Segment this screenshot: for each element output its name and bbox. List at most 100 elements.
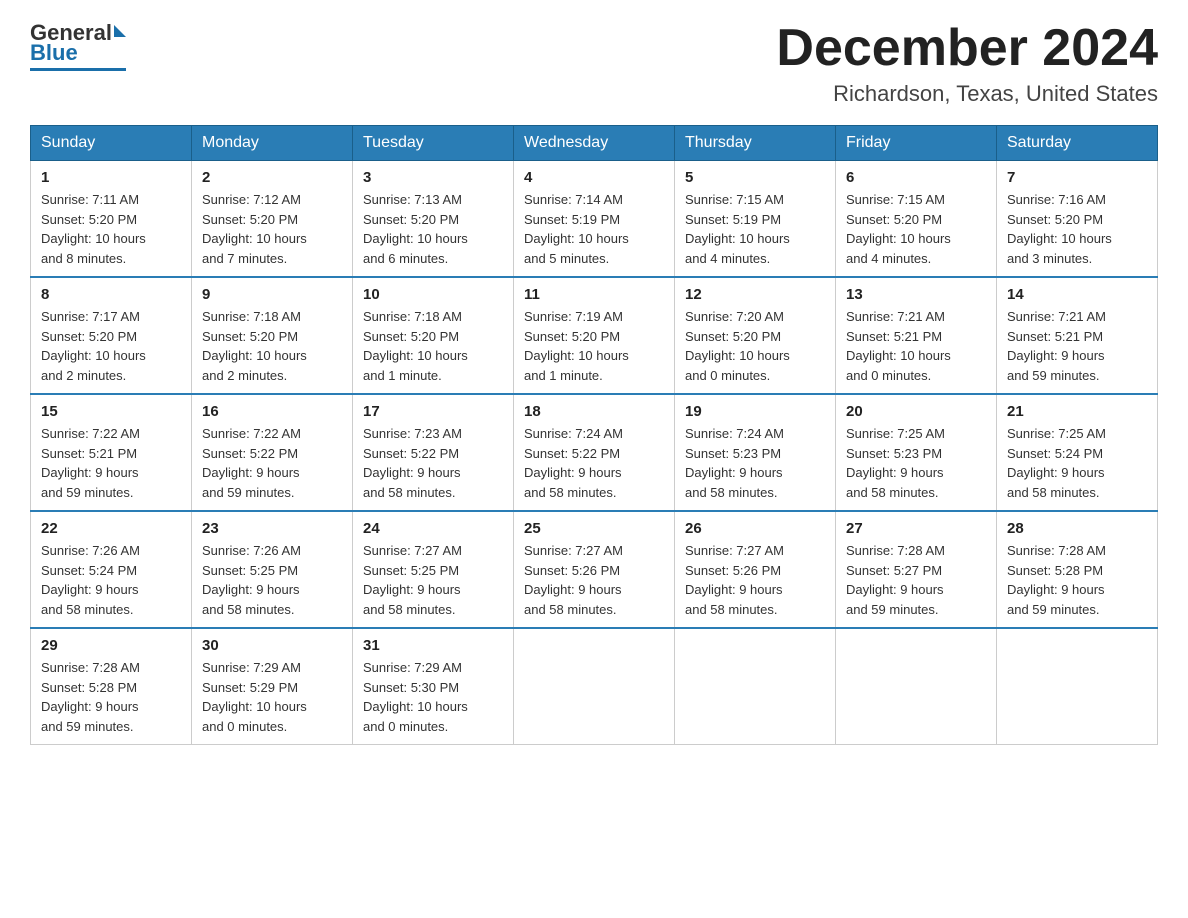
logo: General Blue bbox=[30, 20, 126, 71]
day-number: 12 bbox=[685, 286, 825, 303]
table-row: 6 Sunrise: 7:15 AM Sunset: 5:20 PM Dayli… bbox=[836, 161, 997, 278]
day-number: 17 bbox=[363, 403, 503, 420]
table-row: 7 Sunrise: 7:16 AM Sunset: 5:20 PM Dayli… bbox=[997, 161, 1158, 278]
header-saturday: Saturday bbox=[997, 126, 1158, 161]
day-number: 13 bbox=[846, 286, 986, 303]
day-info: Sunrise: 7:27 AM Sunset: 5:25 PM Dayligh… bbox=[363, 541, 503, 619]
day-info: Sunrise: 7:22 AM Sunset: 5:22 PM Dayligh… bbox=[202, 424, 342, 502]
day-info: Sunrise: 7:27 AM Sunset: 5:26 PM Dayligh… bbox=[524, 541, 664, 619]
table-row: 25 Sunrise: 7:27 AM Sunset: 5:26 PM Dayl… bbox=[514, 511, 675, 628]
table-row: 5 Sunrise: 7:15 AM Sunset: 5:19 PM Dayli… bbox=[675, 161, 836, 278]
table-row: 27 Sunrise: 7:28 AM Sunset: 5:27 PM Dayl… bbox=[836, 511, 997, 628]
day-number: 19 bbox=[685, 403, 825, 420]
logo-blue-text: Blue bbox=[30, 40, 78, 66]
day-number: 30 bbox=[202, 637, 342, 654]
day-number: 8 bbox=[41, 286, 181, 303]
header-monday: Monday bbox=[192, 126, 353, 161]
table-row bbox=[836, 628, 997, 745]
day-number: 21 bbox=[1007, 403, 1147, 420]
table-row: 20 Sunrise: 7:25 AM Sunset: 5:23 PM Dayl… bbox=[836, 394, 997, 511]
day-info: Sunrise: 7:29 AM Sunset: 5:30 PM Dayligh… bbox=[363, 658, 503, 736]
table-row: 23 Sunrise: 7:26 AM Sunset: 5:25 PM Dayl… bbox=[192, 511, 353, 628]
table-row: 19 Sunrise: 7:24 AM Sunset: 5:23 PM Dayl… bbox=[675, 394, 836, 511]
day-number: 2 bbox=[202, 169, 342, 186]
day-info: Sunrise: 7:15 AM Sunset: 5:20 PM Dayligh… bbox=[846, 190, 986, 268]
day-number: 6 bbox=[846, 169, 986, 186]
day-number: 7 bbox=[1007, 169, 1147, 186]
day-number: 16 bbox=[202, 403, 342, 420]
table-row: 31 Sunrise: 7:29 AM Sunset: 5:30 PM Dayl… bbox=[353, 628, 514, 745]
calendar-week-row: 15 Sunrise: 7:22 AM Sunset: 5:21 PM Dayl… bbox=[31, 394, 1158, 511]
table-row: 4 Sunrise: 7:14 AM Sunset: 5:19 PM Dayli… bbox=[514, 161, 675, 278]
table-row: 22 Sunrise: 7:26 AM Sunset: 5:24 PM Dayl… bbox=[31, 511, 192, 628]
day-number: 18 bbox=[524, 403, 664, 420]
table-row: 24 Sunrise: 7:27 AM Sunset: 5:25 PM Dayl… bbox=[353, 511, 514, 628]
table-row: 29 Sunrise: 7:28 AM Sunset: 5:28 PM Dayl… bbox=[31, 628, 192, 745]
table-row: 3 Sunrise: 7:13 AM Sunset: 5:20 PM Dayli… bbox=[353, 161, 514, 278]
day-info: Sunrise: 7:25 AM Sunset: 5:24 PM Dayligh… bbox=[1007, 424, 1147, 502]
day-info: Sunrise: 7:22 AM Sunset: 5:21 PM Dayligh… bbox=[41, 424, 181, 502]
day-number: 29 bbox=[41, 637, 181, 654]
table-row: 1 Sunrise: 7:11 AM Sunset: 5:20 PM Dayli… bbox=[31, 161, 192, 278]
day-info: Sunrise: 7:28 AM Sunset: 5:28 PM Dayligh… bbox=[1007, 541, 1147, 619]
calendar-table: Sunday Monday Tuesday Wednesday Thursday… bbox=[30, 125, 1158, 745]
day-info: Sunrise: 7:19 AM Sunset: 5:20 PM Dayligh… bbox=[524, 307, 664, 385]
table-row: 8 Sunrise: 7:17 AM Sunset: 5:20 PM Dayli… bbox=[31, 277, 192, 394]
day-info: Sunrise: 7:24 AM Sunset: 5:23 PM Dayligh… bbox=[685, 424, 825, 502]
logo-triangle-icon bbox=[114, 25, 126, 37]
day-info: Sunrise: 7:25 AM Sunset: 5:23 PM Dayligh… bbox=[846, 424, 986, 502]
day-info: Sunrise: 7:18 AM Sunset: 5:20 PM Dayligh… bbox=[363, 307, 503, 385]
table-row: 14 Sunrise: 7:21 AM Sunset: 5:21 PM Dayl… bbox=[997, 277, 1158, 394]
header-sunday: Sunday bbox=[31, 126, 192, 161]
day-info: Sunrise: 7:16 AM Sunset: 5:20 PM Dayligh… bbox=[1007, 190, 1147, 268]
day-info: Sunrise: 7:18 AM Sunset: 5:20 PM Dayligh… bbox=[202, 307, 342, 385]
page-title: December 2024 bbox=[776, 20, 1158, 77]
day-info: Sunrise: 7:11 AM Sunset: 5:20 PM Dayligh… bbox=[41, 190, 181, 268]
day-info: Sunrise: 7:24 AM Sunset: 5:22 PM Dayligh… bbox=[524, 424, 664, 502]
day-number: 10 bbox=[363, 286, 503, 303]
page-header: General Blue December 2024 Richardson, T… bbox=[30, 20, 1158, 107]
day-info: Sunrise: 7:20 AM Sunset: 5:20 PM Dayligh… bbox=[685, 307, 825, 385]
table-row: 17 Sunrise: 7:23 AM Sunset: 5:22 PM Dayl… bbox=[353, 394, 514, 511]
table-row: 9 Sunrise: 7:18 AM Sunset: 5:20 PM Dayli… bbox=[192, 277, 353, 394]
header-wednesday: Wednesday bbox=[514, 126, 675, 161]
calendar-week-row: 8 Sunrise: 7:17 AM Sunset: 5:20 PM Dayli… bbox=[31, 277, 1158, 394]
table-row bbox=[514, 628, 675, 745]
day-number: 23 bbox=[202, 520, 342, 537]
table-row: 26 Sunrise: 7:27 AM Sunset: 5:26 PM Dayl… bbox=[675, 511, 836, 628]
day-info: Sunrise: 7:15 AM Sunset: 5:19 PM Dayligh… bbox=[685, 190, 825, 268]
day-info: Sunrise: 7:29 AM Sunset: 5:29 PM Dayligh… bbox=[202, 658, 342, 736]
day-info: Sunrise: 7:12 AM Sunset: 5:20 PM Dayligh… bbox=[202, 190, 342, 268]
day-number: 5 bbox=[685, 169, 825, 186]
day-number: 20 bbox=[846, 403, 986, 420]
day-number: 31 bbox=[363, 637, 503, 654]
day-info: Sunrise: 7:17 AM Sunset: 5:20 PM Dayligh… bbox=[41, 307, 181, 385]
table-row: 12 Sunrise: 7:20 AM Sunset: 5:20 PM Dayl… bbox=[675, 277, 836, 394]
table-row: 11 Sunrise: 7:19 AM Sunset: 5:20 PM Dayl… bbox=[514, 277, 675, 394]
day-number: 9 bbox=[202, 286, 342, 303]
table-row: 21 Sunrise: 7:25 AM Sunset: 5:24 PM Dayl… bbox=[997, 394, 1158, 511]
header-friday: Friday bbox=[836, 126, 997, 161]
day-info: Sunrise: 7:13 AM Sunset: 5:20 PM Dayligh… bbox=[363, 190, 503, 268]
day-info: Sunrise: 7:26 AM Sunset: 5:24 PM Dayligh… bbox=[41, 541, 181, 619]
table-row: 30 Sunrise: 7:29 AM Sunset: 5:29 PM Dayl… bbox=[192, 628, 353, 745]
logo-underline bbox=[30, 68, 126, 71]
calendar-week-row: 29 Sunrise: 7:28 AM Sunset: 5:28 PM Dayl… bbox=[31, 628, 1158, 745]
table-row: 13 Sunrise: 7:21 AM Sunset: 5:21 PM Dayl… bbox=[836, 277, 997, 394]
title-area: December 2024 Richardson, Texas, United … bbox=[776, 20, 1158, 107]
day-info: Sunrise: 7:21 AM Sunset: 5:21 PM Dayligh… bbox=[846, 307, 986, 385]
day-number: 25 bbox=[524, 520, 664, 537]
day-info: Sunrise: 7:21 AM Sunset: 5:21 PM Dayligh… bbox=[1007, 307, 1147, 385]
table-row: 2 Sunrise: 7:12 AM Sunset: 5:20 PM Dayli… bbox=[192, 161, 353, 278]
day-number: 4 bbox=[524, 169, 664, 186]
day-number: 24 bbox=[363, 520, 503, 537]
day-info: Sunrise: 7:28 AM Sunset: 5:27 PM Dayligh… bbox=[846, 541, 986, 619]
day-number: 3 bbox=[363, 169, 503, 186]
day-number: 28 bbox=[1007, 520, 1147, 537]
table-row: 10 Sunrise: 7:18 AM Sunset: 5:20 PM Dayl… bbox=[353, 277, 514, 394]
calendar-header-row: Sunday Monday Tuesday Wednesday Thursday… bbox=[31, 126, 1158, 161]
day-info: Sunrise: 7:26 AM Sunset: 5:25 PM Dayligh… bbox=[202, 541, 342, 619]
day-number: 22 bbox=[41, 520, 181, 537]
page-subtitle: Richardson, Texas, United States bbox=[776, 81, 1158, 107]
day-number: 1 bbox=[41, 169, 181, 186]
